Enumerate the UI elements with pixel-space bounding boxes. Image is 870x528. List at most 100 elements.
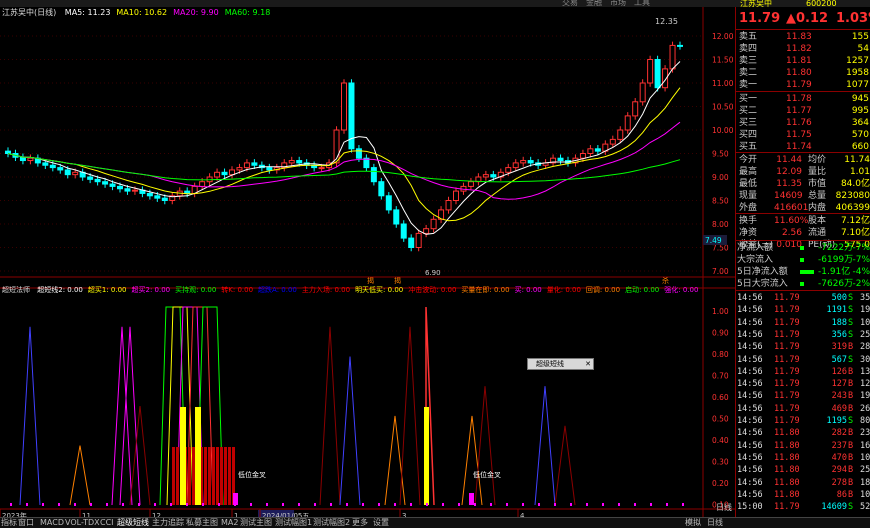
- tick-time: 14:56: [737, 440, 763, 451]
- candle-body: [296, 160, 303, 164]
- indicator-dot: [570, 503, 572, 506]
- candle-body: [520, 160, 527, 164]
- tick-count: 13: [860, 366, 870, 377]
- fund-flow-pct: -4%: [852, 267, 870, 277]
- order-book-volume: 155: [851, 32, 869, 42]
- tick-row[interactable]: 14:56 11.79 243 B 19: [736, 390, 870, 402]
- order-book-row[interactable]: 买四 11.75 570: [736, 129, 870, 141]
- indicator-dot: [10, 503, 12, 506]
- tick-row[interactable]: 14:56 11.80 278 B 18: [736, 477, 870, 489]
- fund-flow-bar-icon: [800, 270, 814, 274]
- order-book-row[interactable]: 卖五 11.83 155: [736, 31, 870, 43]
- tick-side: B: [848, 465, 854, 476]
- fund-flow-row: 净流入额 -7222万 -7%: [736, 242, 870, 254]
- tick-time: 14:56: [737, 403, 763, 414]
- stat-value: 84.0亿: [840, 179, 870, 189]
- stat-value: 11.44: [776, 155, 802, 165]
- stat-label: 最低: [739, 179, 758, 189]
- order-book-row[interactable]: 卖三 11.81 1257: [736, 55, 870, 67]
- tick-row[interactable]: 14:56 11.79 469 B 26: [736, 403, 870, 415]
- tick-price: 11.79: [774, 342, 800, 353]
- order-book-row[interactable]: 买三 11.76 364: [736, 117, 870, 129]
- tick-row[interactable]: 14:56 11.79 567 S 30: [736, 354, 870, 366]
- tick-volume: 14609: [821, 502, 847, 513]
- indicator-dot: [458, 503, 460, 506]
- tick-volume: 470: [831, 452, 847, 463]
- tick-row[interactable]: 15:00 11.79 14609S 521: [736, 501, 870, 513]
- tick-row[interactable]: 14:56 11.79 188 S 10: [736, 317, 870, 329]
- candle-body: [385, 195, 392, 211]
- chart-area[interactable]: 12.00 11.50 11.00 10.50 10.00 9.50 9.00 8.50 8.0…: [0, 7, 735, 521]
- price-change-pct: 1.03%: [836, 11, 870, 26]
- stock-code: 600200: [806, 0, 837, 8]
- indicator-popup[interactable]: 超级短线 ✕: [527, 358, 594, 370]
- tick-row[interactable]: 14:56 11.79 126 B 13: [736, 366, 870, 378]
- candle-body: [423, 228, 430, 234]
- tick-price: 11.80: [774, 465, 800, 476]
- tick-row[interactable]: 14:56 11.79 1191S 190: [736, 304, 870, 316]
- order-book-row[interactable]: 卖二 11.80 1958: [736, 67, 870, 79]
- order-book-row[interactable]: 卖一 11.79 1077: [736, 79, 870, 91]
- order-book-row[interactable]: 买一 11.78 945: [736, 93, 870, 105]
- order-book-volume: 1077: [846, 80, 869, 90]
- order-book-row[interactable]: 卖四 11.82 54: [736, 43, 870, 55]
- indicator-label: 转K: 0.00: [221, 286, 254, 294]
- tick-row[interactable]: 14:56 11.79 356 S 25: [736, 329, 870, 341]
- tick-row[interactable]: 14:56 11.79 500 S 35: [736, 292, 870, 304]
- order-book-row[interactable]: 买二 11.77 995: [736, 105, 870, 117]
- tick-side: B: [848, 366, 854, 377]
- tick-volume: 356: [831, 329, 847, 340]
- indicator-label: 明天低买: 0.00: [355, 286, 404, 294]
- view-daily[interactable]: 日线: [716, 503, 732, 512]
- order-book-label: 买一: [739, 94, 758, 104]
- indicator-label: 回调: 0.00: [585, 286, 621, 294]
- tick-volume: 282: [831, 428, 847, 439]
- indicator-tick-label: 0.30: [712, 458, 729, 467]
- order-book-label: 卖二: [739, 68, 758, 78]
- tick-row[interactable]: 14:56 11.79 127 B 12: [736, 378, 870, 390]
- tick-count: 30: [860, 354, 870, 365]
- indicator-bar: [188, 447, 191, 505]
- tick-count: 16: [860, 440, 870, 451]
- price-tick-label: 8.00: [712, 220, 729, 229]
- bottom-tab-bar: 指标 窗口 MACD VOL-TDX CCI 超级短线 主力追踪 私募主图 MA2 测试主图 测试幅…: [0, 517, 870, 528]
- fund-flow-bar-icon: [800, 258, 804, 262]
- tick-row[interactable]: 14:56 11.80 237 B 16: [736, 440, 870, 452]
- candle-body: [445, 200, 452, 211]
- indicator-label: 超短线2: 0.00: [37, 286, 83, 294]
- tick-price: 11.79: [774, 502, 800, 513]
- tick-count: 25: [860, 329, 870, 340]
- fund-flow-pct: -7%: [852, 255, 870, 265]
- indicator-label: 冲击波动: 0.00: [408, 286, 457, 294]
- tick-row[interactable]: 14:56 11.80 470 B 10: [736, 452, 870, 464]
- stat-label: 市值: [808, 179, 827, 189]
- indicator-dot: [426, 503, 428, 506]
- tick-count: 10: [860, 452, 870, 463]
- indicator-dot: [682, 503, 684, 506]
- tick-row[interactable]: 14:56 11.79 319 B 28: [736, 341, 870, 353]
- tick-row[interactable]: 14:56 11.80 282 B 23: [736, 427, 870, 439]
- indicator-dot: [442, 503, 444, 506]
- tick-row[interactable]: 14:56 11.80 86 B 10: [736, 489, 870, 501]
- tick-price: 11.79: [774, 403, 800, 414]
- indicator-dot: [138, 503, 140, 506]
- fund-flow-value: -1.91亿: [818, 267, 851, 277]
- candle-body: [117, 185, 123, 190]
- indicator-bar: [208, 447, 211, 505]
- tick-time: 14:56: [737, 317, 763, 328]
- close-icon[interactable]: ✕: [585, 359, 591, 369]
- stat-value: 7.12亿: [840, 216, 870, 226]
- chart-canvas[interactable]: 12.00 11.50 11.00 10.50 10.00 9.50 9.00 8.50 8.0…: [0, 7, 735, 521]
- signal-marker: 杀: [662, 276, 669, 285]
- order-book-label: 卖四: [739, 44, 758, 54]
- indicator-label: 启动: 0.00: [625, 286, 660, 294]
- indicator-dot: [42, 503, 44, 506]
- tick-row[interactable]: 14:56 11.79 1195 S 80: [736, 415, 870, 427]
- candle-body: [617, 129, 624, 140]
- tick-count: 23: [860, 428, 870, 439]
- tick-row[interactable]: 14:56 11.80 294 B 25: [736, 464, 870, 476]
- candle-body: [57, 167, 64, 171]
- candle-body: [288, 160, 295, 164]
- indicator-tick-label: 1.00: [712, 307, 729, 316]
- stat-value: 1.01: [849, 167, 870, 177]
